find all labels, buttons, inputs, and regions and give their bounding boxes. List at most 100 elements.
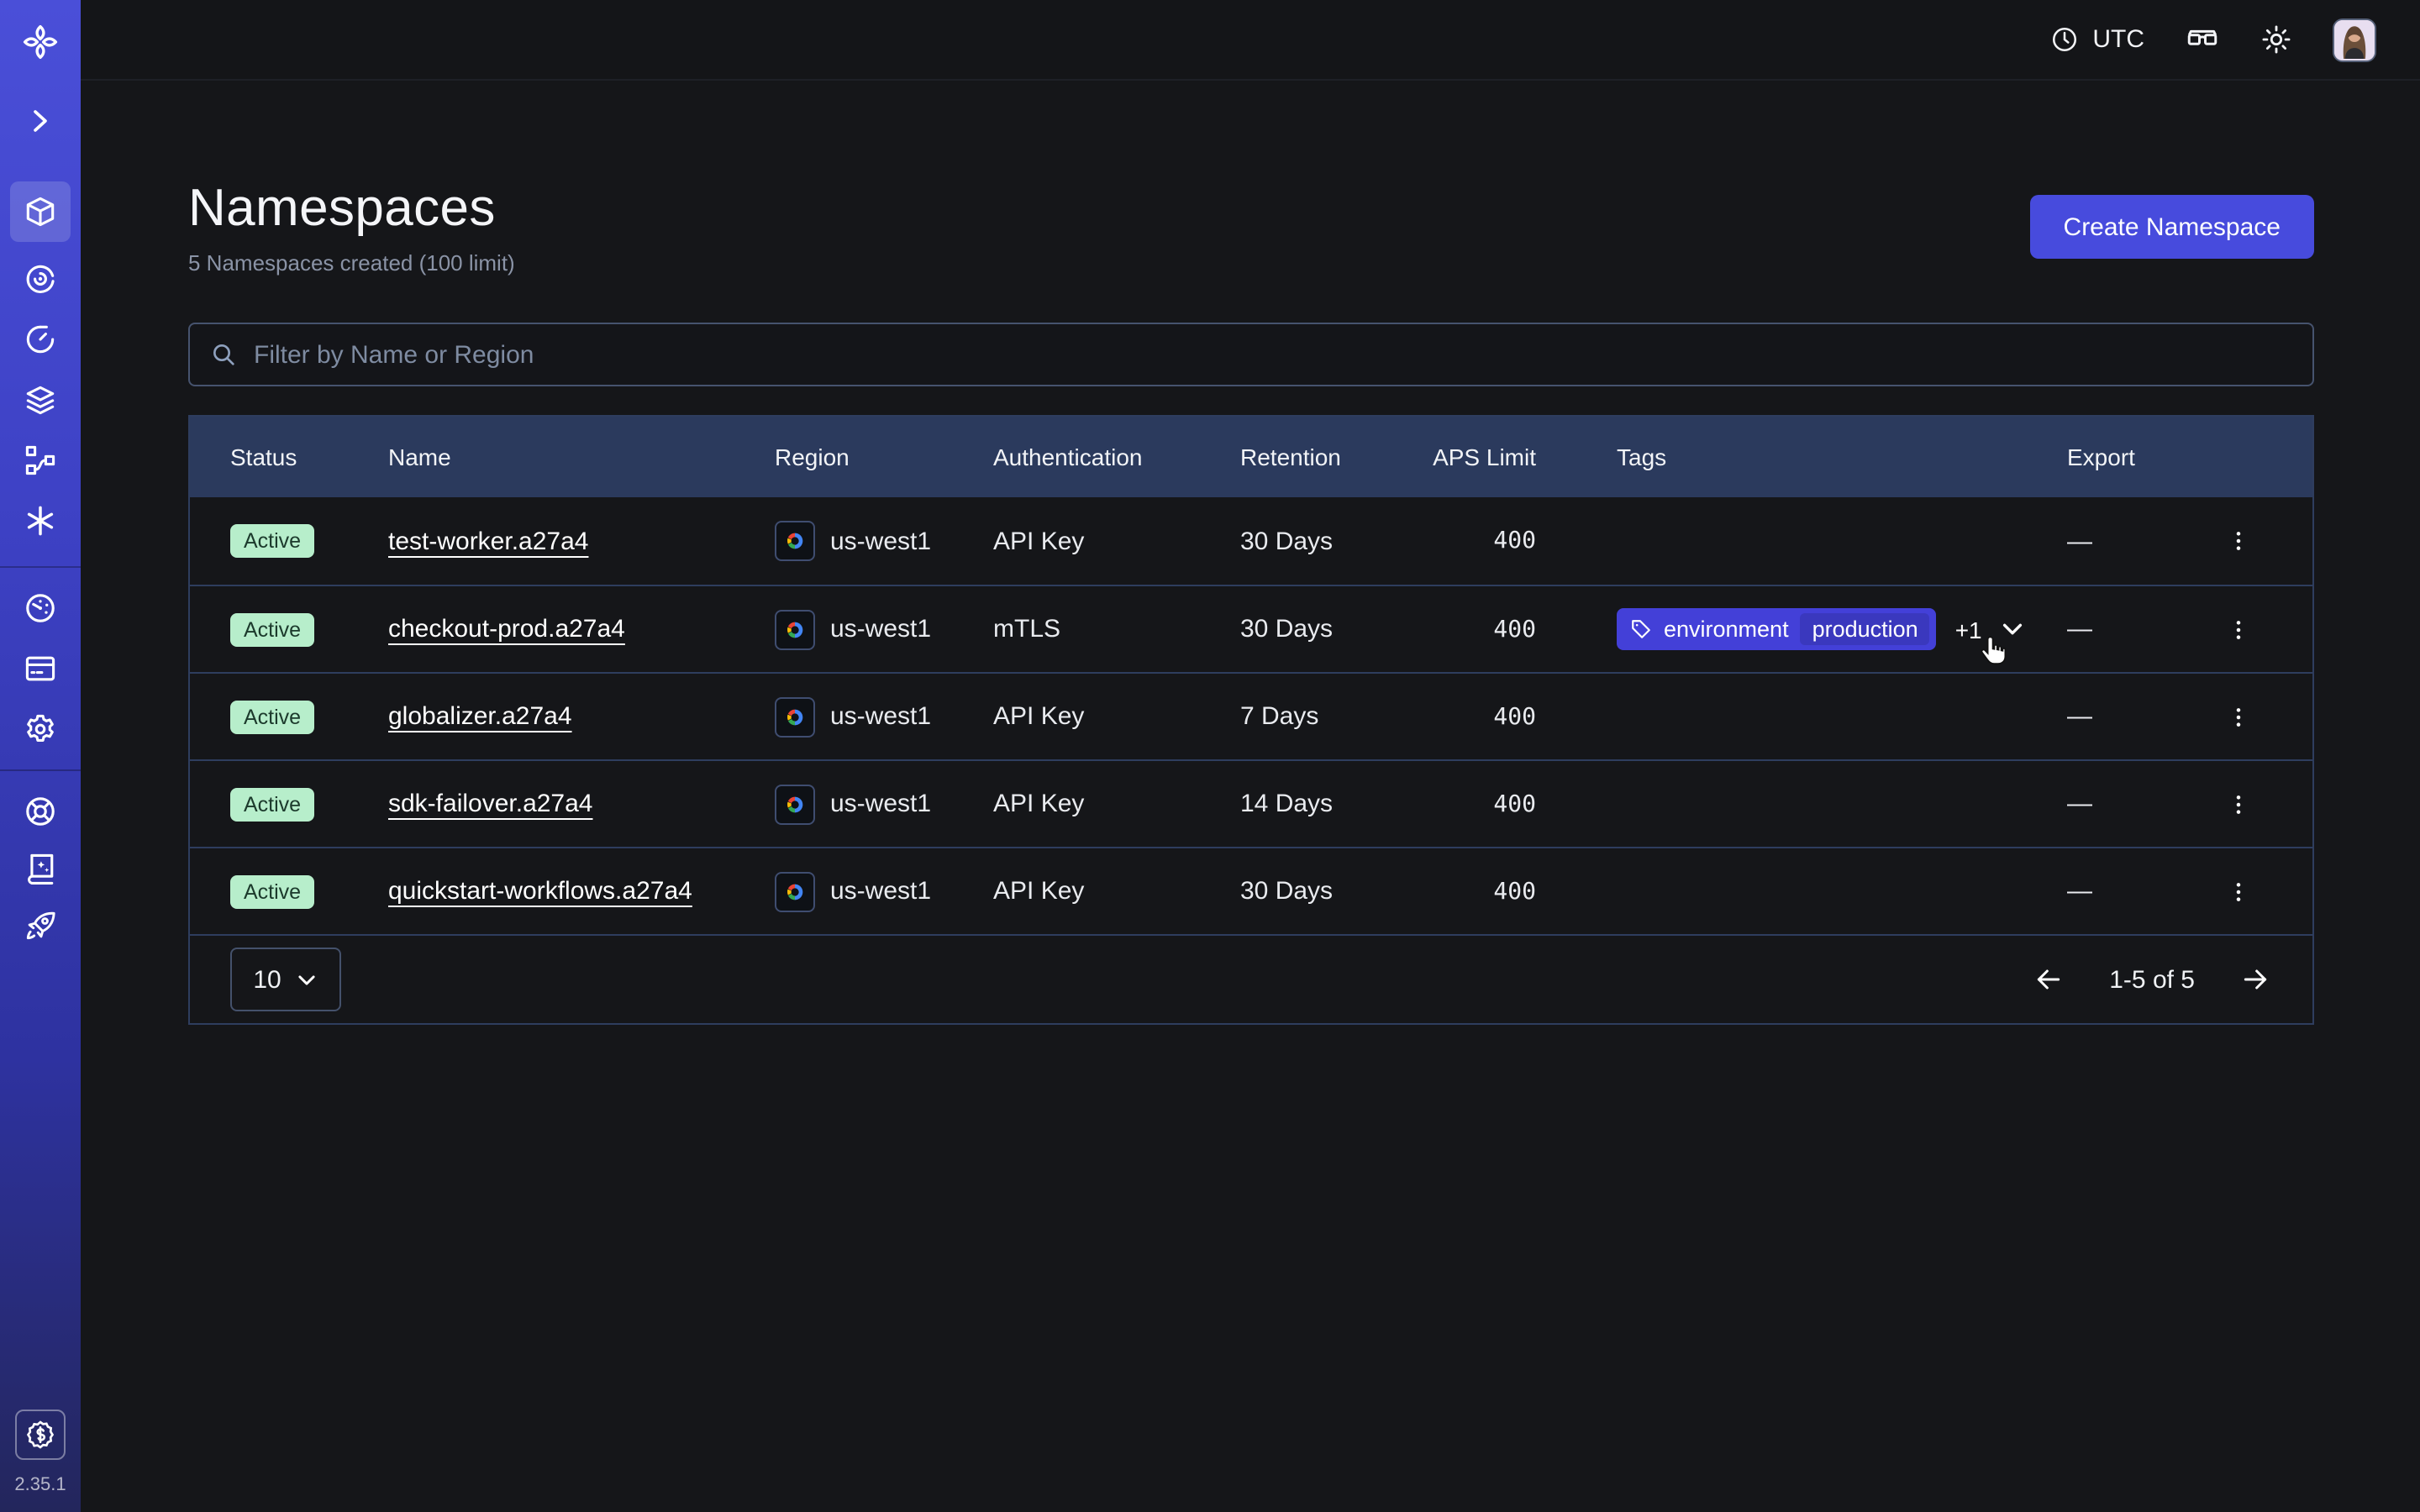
- temporal-logo-icon[interactable]: [17, 18, 64, 66]
- sidebar-item-usage[interactable]: [17, 585, 64, 632]
- sidebar-item-getting-started[interactable]: [17, 902, 64, 949]
- table-row: Active test-worker.a27a4 us-west1 API Ke…: [190, 497, 2312, 585]
- page-size-value: 10: [253, 965, 281, 994]
- pagination-range: 1-5 of 5: [2109, 965, 2195, 994]
- chevron-down-icon: [297, 969, 318, 990]
- google-cloud-icon: [775, 609, 815, 649]
- export-cell: —: [2067, 615, 2202, 643]
- region-label: us-west1: [830, 527, 931, 555]
- col-header-status: Status: [230, 444, 388, 470]
- namespaces-table: Status Name Region Authentication Retent…: [188, 415, 2314, 1025]
- page-title: Namespaces: [188, 178, 515, 239]
- sidebar-divider: [0, 769, 81, 771]
- row-menu-button[interactable]: [2218, 696, 2259, 737]
- create-namespace-button[interactable]: Create Namespace: [2030, 195, 2314, 259]
- col-header-export: Export: [2067, 444, 2202, 470]
- region-label: us-west1: [830, 615, 931, 643]
- labs-glasses-button[interactable]: [2185, 22, 2220, 57]
- auth-cell: API Key: [993, 790, 1240, 818]
- app-version: 2.35.1: [14, 1475, 66, 1495]
- namespace-link[interactable]: sdk-failover.a27a4: [388, 790, 593, 818]
- aps-limit-cell: 400: [1493, 878, 1536, 905]
- auth-cell: API Key: [993, 527, 1240, 555]
- auth-cell: API Key: [993, 877, 1240, 906]
- namespace-link[interactable]: quickstart-workflows.a27a4: [388, 877, 692, 906]
- sidebar-item-billing[interactable]: [17, 645, 64, 692]
- sidebar-item-worker-deployments[interactable]: [17, 376, 64, 423]
- table-row: Active checkout-prod.a27a4 us-west1 mTLS…: [190, 585, 2312, 672]
- sidebar-divider: [0, 566, 81, 568]
- sidebar-item-support[interactable]: [17, 788, 64, 835]
- google-cloud-icon: [775, 784, 815, 824]
- row-menu-button[interactable]: [2218, 521, 2259, 561]
- timezone-button[interactable]: UTC: [2050, 25, 2144, 54]
- sidebar-item-schedules[interactable]: [17, 316, 64, 363]
- sidebar-item-batch-operations[interactable]: [17, 497, 64, 544]
- previous-page-button[interactable]: [2032, 963, 2065, 996]
- namespace-link[interactable]: test-worker.a27a4: [388, 527, 588, 555]
- google-cloud-icon: [775, 521, 815, 561]
- clock-icon: [2050, 25, 2079, 54]
- page-size-select[interactable]: 10: [230, 948, 341, 1011]
- auth-cell: API Key: [993, 702, 1240, 731]
- main-content: Namespaces 5 Namespaces created (100 lim…: [81, 81, 2420, 1512]
- filter-input[interactable]: [254, 340, 2292, 369]
- theme-toggle-sun-button[interactable]: [2260, 24, 2292, 55]
- next-page-button[interactable]: [2238, 963, 2272, 996]
- tag-icon: [1630, 618, 1652, 640]
- row-menu-button[interactable]: [2218, 871, 2259, 911]
- aps-limit-cell: 400: [1493, 528, 1536, 554]
- retention-cell: 30 Days: [1240, 527, 1432, 555]
- aps-limit-cell: 400: [1493, 616, 1536, 643]
- col-header-authentication: Authentication: [993, 444, 1240, 470]
- tag-key: environment: [1664, 617, 1789, 642]
- table-row: Active quickstart-workflows.a27a4 us-wes…: [190, 847, 2312, 934]
- status-badge: Active: [230, 612, 314, 646]
- status-badge: Active: [230, 700, 314, 733]
- export-cell: —: [2067, 877, 2202, 906]
- retention-cell: 14 Days: [1240, 790, 1432, 818]
- table-row: Active globalizer.a27a4 us-west1 API Key…: [190, 672, 2312, 759]
- row-menu-button[interactable]: [2218, 784, 2259, 824]
- col-header-retention: Retention: [1240, 444, 1432, 470]
- aps-limit-cell: 400: [1493, 703, 1536, 730]
- app-window: 2.35.1 UTC: [0, 0, 2420, 1512]
- topbar: UTC: [81, 0, 2420, 81]
- sidebar-item-docs[interactable]: [17, 845, 64, 892]
- status-badge: Active: [230, 524, 314, 558]
- export-cell: —: [2067, 702, 2202, 731]
- status-badge: Active: [230, 874, 314, 908]
- auth-cell: mTLS: [993, 615, 1240, 643]
- row-menu-button[interactable]: [2218, 609, 2259, 649]
- col-header-name: Name: [388, 444, 775, 470]
- aps-limit-cell: 400: [1493, 790, 1536, 817]
- export-cell: —: [2067, 790, 2202, 818]
- col-header-tags: Tags: [1617, 444, 2067, 470]
- google-cloud-icon: [775, 871, 815, 911]
- search-icon: [210, 341, 237, 368]
- retention-cell: 7 Days: [1240, 702, 1432, 731]
- region-label: us-west1: [830, 702, 931, 731]
- namespace-link[interactable]: globalizer.a27a4: [388, 702, 572, 731]
- tags-expand-chevron-icon[interactable]: [2001, 617, 2026, 642]
- table-footer: 10 1-5 of 5: [190, 934, 2312, 1023]
- sidebar-expand-button[interactable]: [17, 97, 64, 144]
- timezone-label: UTC: [2092, 25, 2144, 54]
- sidebar-item-settings[interactable]: [17, 706, 64, 753]
- export-cell: —: [2067, 527, 2202, 555]
- sidebar-item-namespaces[interactable]: [10, 181, 71, 242]
- table-header-row: Status Name Region Authentication Retent…: [190, 417, 2312, 497]
- namespace-link[interactable]: checkout-prod.a27a4: [388, 615, 625, 643]
- tag-pill[interactable]: environment production: [1617, 608, 1937, 650]
- col-header-region: Region: [775, 444, 993, 470]
- user-avatar[interactable]: [2333, 18, 2376, 61]
- tags-more-count: +1: [1955, 616, 1982, 643]
- sidebar-item-workflows[interactable]: [17, 255, 64, 302]
- col-header-aps-limit: APS Limit: [1433, 444, 1536, 470]
- status-badge: Active: [230, 787, 314, 821]
- credits-button[interactable]: [15, 1410, 66, 1460]
- retention-cell: 30 Days: [1240, 877, 1432, 906]
- table-row: Active sdk-failover.a27a4 us-west1 API K…: [190, 759, 2312, 847]
- region-label: us-west1: [830, 877, 931, 906]
- sidebar-item-nexus[interactable]: [17, 437, 64, 484]
